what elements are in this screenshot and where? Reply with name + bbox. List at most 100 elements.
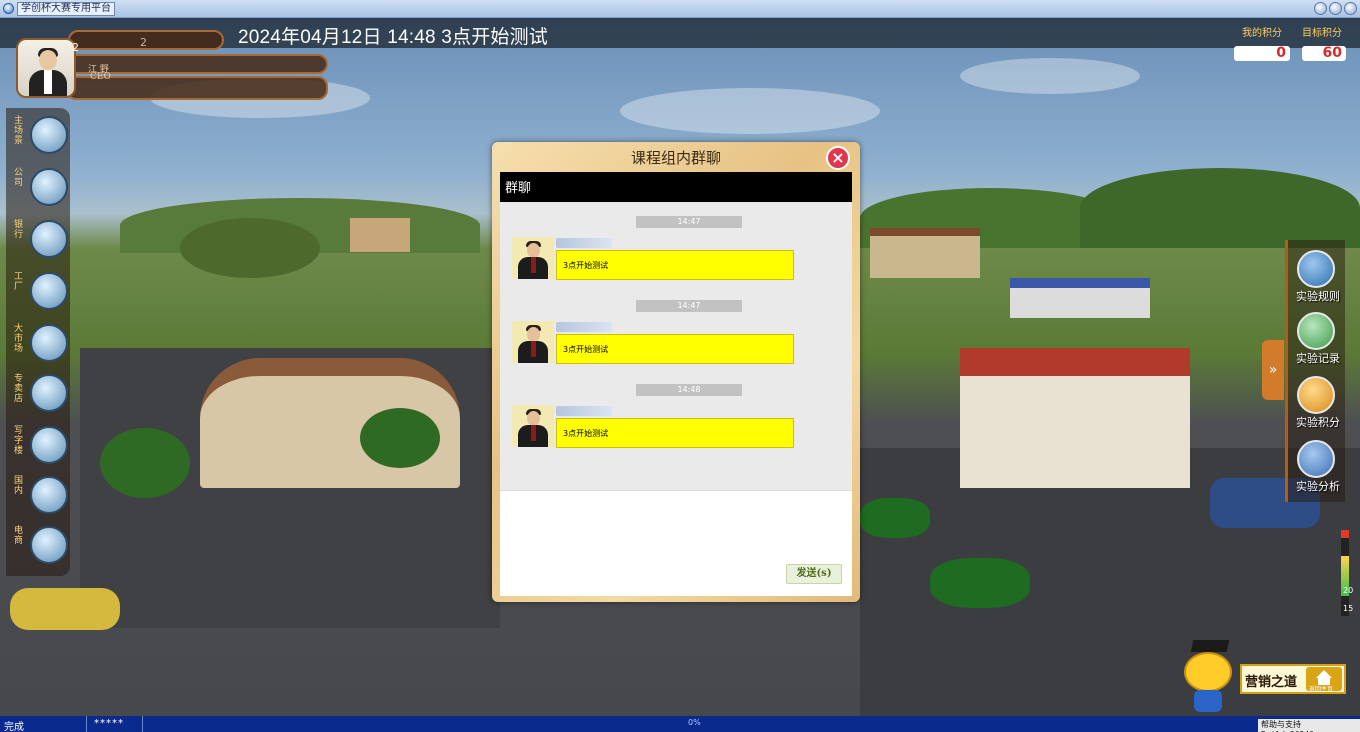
user-role: CEO (90, 72, 111, 82)
nav-item-label: 主场景 (14, 116, 24, 146)
user-avatar[interactable] (16, 38, 76, 98)
target-score-label: 目标积分 (1302, 28, 1342, 39)
message-text: 3点开始测试 (563, 429, 609, 438)
avatar-tie (531, 341, 536, 357)
status-build-info[interactable]: 帮助与支持 Build:20240 (1258, 719, 1360, 732)
nav-item-ecommerce[interactable]: 电商 (14, 524, 70, 572)
mascot-body (1194, 690, 1222, 712)
chat-close-button[interactable]: × (826, 146, 850, 170)
nav-item-label: 工厂 (14, 272, 24, 292)
scroller-num-1: 20 (1343, 586, 1354, 595)
bank-icon (30, 220, 68, 258)
score-label: 实验积分 (1296, 416, 1340, 429)
message-text: 3点开始测试 (563, 261, 609, 270)
message-time: 14:47 (636, 300, 742, 312)
building[interactable] (870, 228, 980, 278)
brand-banner: 营销之道 返回主页 (1240, 664, 1346, 694)
message-bubble: 3点开始测试 (556, 418, 794, 448)
nav-item-bank[interactable]: 银行 (14, 218, 70, 266)
score-panel: 我的积分 目标积分 0 60 (1218, 22, 1348, 64)
nav-item-label: 大市场 (14, 324, 24, 354)
store-building[interactable] (960, 348, 1190, 488)
message-avatar (512, 237, 554, 279)
message-sender-name (556, 322, 612, 332)
office-tower-icon (30, 426, 68, 464)
avatar-head (527, 327, 540, 342)
status-progress: 0% (688, 718, 701, 727)
brand-text: 营销之道 (1245, 675, 1298, 690)
chat-dialog-title: 课程组内群聊 (630, 149, 721, 167)
analysis-label: 实验分析 (1296, 480, 1340, 493)
record-label: 实验记录 (1296, 352, 1340, 365)
experiment-record-button[interactable]: 实验记录 (1290, 312, 1346, 370)
record-icon (1297, 312, 1335, 350)
score-medal-icon (1297, 376, 1335, 414)
target-score-value: 60 (1302, 46, 1346, 61)
experiment-rules-button[interactable]: 实验规则 (1290, 250, 1346, 308)
cloud (620, 88, 880, 134)
message-avatar (512, 321, 554, 363)
rules-icon (1297, 250, 1335, 288)
building[interactable] (1010, 278, 1150, 318)
nav-item-office[interactable]: 写字楼 (14, 424, 70, 472)
group-chat-dialog: 课程组内群聊 × 群聊 14:47 3点开始测试 14:47 3点开始测试 14… (492, 142, 860, 602)
avatar-head (39, 50, 57, 70)
nav-item-factory[interactable]: 工厂 (14, 270, 70, 318)
chat-header-label: 群聊 (505, 181, 532, 196)
nav-item-store[interactable]: 专卖店 (14, 372, 70, 420)
status-divider (86, 716, 87, 732)
avatar-tie (531, 425, 536, 441)
nav-item-main-scene[interactable]: 主场景 (14, 114, 70, 162)
window-title: 学创杯大赛专用平台 (17, 2, 115, 16)
top-bar-number: 2 (140, 36, 147, 49)
mascot-hat (1190, 640, 1230, 652)
domestic-icon (30, 476, 68, 514)
status-bar: 完成 ***** 0% 帮助与支持 Build:20240 (0, 716, 1360, 732)
factory-icon (30, 272, 68, 310)
send-button[interactable]: 发送(s) (786, 564, 842, 584)
avatar-head (527, 411, 540, 426)
chat-body: 群聊 14:47 3点开始测试 14:47 3点开始测试 14:48 3点开始测… (500, 172, 852, 596)
store-icon (30, 374, 68, 412)
my-score-value: 0 (1234, 46, 1290, 61)
user-panel (8, 30, 328, 102)
car (10, 588, 120, 630)
nav-item-market[interactable]: 大市场 (14, 322, 70, 370)
message-bubble: 3点开始测试 (556, 334, 794, 364)
cloud (960, 58, 1140, 94)
palm-tree (930, 558, 1030, 608)
avatar-head (527, 243, 540, 258)
my-score-label: 我的积分 (1242, 28, 1282, 39)
window-title-bar: 学创杯大赛专用平台 (0, 0, 1360, 18)
rules-label: 实验规则 (1296, 290, 1340, 303)
home-label: 返回主页 (1309, 686, 1334, 693)
message-sender-name (556, 238, 612, 248)
market-icon (30, 324, 68, 362)
maximize-button[interactable] (1329, 2, 1342, 15)
close-window-button[interactable] (1344, 2, 1357, 15)
palm-tree (860, 498, 930, 538)
tree (360, 408, 440, 468)
message-time: 14:48 (636, 384, 742, 396)
building[interactable] (350, 218, 410, 252)
nav-item-domestic[interactable]: 国内 (14, 474, 70, 522)
right-panel-toggle[interactable]: » (1262, 340, 1284, 400)
scroller-stop-marker (1341, 530, 1349, 538)
message-bubble: 3点开始测试 (556, 250, 794, 280)
home-icon (1316, 670, 1332, 678)
home-scene-icon (30, 116, 68, 154)
left-nav-bar: 主场景 公司 银行 工厂 大市场 专卖店 写字楼 国内 电商 (6, 108, 70, 576)
nav-item-label: 银行 (14, 220, 24, 240)
message-text: 3点开始测试 (563, 345, 609, 354)
nav-item-label: 写字楼 (14, 426, 24, 456)
nav-item-label: 国内 (14, 476, 24, 496)
app-icon (3, 3, 14, 14)
home-button[interactable]: 返回主页 (1306, 667, 1342, 693)
minimize-button[interactable] (1314, 2, 1327, 15)
experiment-analysis-button[interactable]: 实验分析 (1290, 440, 1346, 498)
experiment-score-button[interactable]: 实验积分 (1290, 376, 1346, 434)
analysis-icon (1297, 440, 1335, 478)
status-text: 完成 (4, 722, 24, 732)
ecommerce-icon (30, 526, 68, 564)
nav-item-company[interactable]: 公司 (14, 166, 70, 214)
